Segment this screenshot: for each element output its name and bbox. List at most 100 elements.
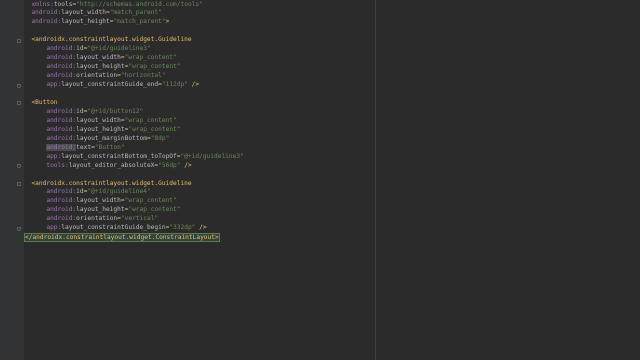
code-token: layout_marginBottom [76,134,147,142]
code-token: "112dp" [161,81,188,89]
code-token: android: [46,134,77,142]
gutter-line [0,180,24,189]
gutter-line [0,99,24,108]
code-line[interactable]: android:orientation="horizontal" [24,72,166,81]
code-token: "Button" [94,143,125,151]
code-token: android: [46,206,77,214]
code-line[interactable]: android:layout_width="wrap_content" [24,197,177,206]
fold-end-icon[interactable] [17,164,21,169]
code-line[interactable]: android:layout_width="match_parent" [24,9,161,18]
code-token: android: [46,197,77,205]
code-token: orientation [76,215,118,223]
code-token: "horizontal" [120,72,166,80]
code-token: id [76,188,84,196]
code-token: "@+id/guideline3" [87,45,151,53]
code-token: /> [187,81,200,89]
code-token: layout_constraintBottom_toTopOf [61,152,177,160]
code-token: layout_width [61,9,106,17]
gutter-line [0,81,24,90]
code-line[interactable]: android:layout_marginBottom="8dp" [24,135,169,144]
code-token: android: [31,18,62,26]
code-token: android: [46,45,77,53]
code-line[interactable]: app:layout_constraintGuide_end="112dp" /… [24,81,199,90]
code-token: "@+id/button12" [87,107,144,115]
code-line[interactable]: app:layout_constraintGuide_begin="332dp"… [24,224,206,233]
code-token: "match_parent" [113,18,166,26]
gutter-line [0,224,24,233]
code-editor[interactable]: xmlns:tools="http://schemas.android.com/… [0,0,640,360]
code-token: layout_width [76,54,121,62]
code-line[interactable]: <Button [24,98,58,108]
code-line[interactable]: android:orientation="vertical" [24,215,158,224]
code-token: android: [46,54,77,62]
code-line[interactable]: android:layout_height="wrap_content" [24,125,181,135]
code-token: "wrap_content" [128,125,181,133]
code-line[interactable]: <androidx.constraintlayout.widget.Guidel… [24,36,192,45]
code-token: "wrap_content" [124,116,177,124]
fold-end-icon[interactable] [17,83,21,88]
code-line[interactable]: android:text="Button" [24,143,125,153]
code-line[interactable]: android:layout_height="wrap_content" [24,206,181,215]
code-line[interactable]: android:id="@+id/guideline4" [24,188,150,197]
code-token: "wrap_content" [124,54,177,62]
code-line[interactable]: </androidx.constraintlayout.widget.Const… [24,233,220,243]
code-token: layout_width [76,197,121,205]
code-token: > [165,18,170,26]
code-line[interactable]: app:layout_constraintBottom_toTopOf="@+i… [24,152,243,162]
code-token: layout_width [76,116,121,124]
code-token: app: [46,81,62,89]
code-area[interactable]: xmlns:tools="http://schemas.android.com/… [24,0,640,360]
editor-gutter[interactable] [0,0,24,360]
code-line[interactable]: xmlns:tools="http://schemas.android.com/… [24,0,203,10]
gutter-line [0,162,24,171]
code-token: "wrap_content" [124,197,177,205]
code-token: </androidx.constraintlayout.widget.Const… [25,234,219,242]
code-token: app: [46,152,62,160]
code-token: "vertical" [120,215,159,223]
code-token: /> [180,161,192,169]
code-token: layout_height [76,63,125,71]
code-token: <androidx.constraintlayout.widget.Guidel… [31,179,192,187]
code-token: android: [31,9,62,17]
code-token: android: [46,215,77,223]
code-token: <androidx.constraintlayout.widget.Guidel… [31,36,192,44]
code-token: layout_height [76,125,125,133]
code-token: layout_editor_absoluteX [68,161,155,169]
fold-end-icon[interactable] [17,226,21,231]
gutter-line [0,36,24,45]
code-token: orientation [76,72,118,80]
code-token: android: [46,143,77,151]
code-token: tools: [46,161,69,169]
code-token: layout_height [61,18,110,26]
code-line[interactable]: tools:layout_editor_absoluteX="56dp" /> [24,161,192,171]
code-line[interactable]: android:id="@+id/button12" [24,108,143,117]
code-line[interactable]: <androidx.constraintlayout.widget.Guidel… [24,179,192,189]
code-token: "332dp" [169,224,196,232]
code-token: xmlns: [31,0,54,8]
code-line[interactable]: android:layout_height="match_parent"> [24,18,169,27]
code-line[interactable]: android:layout_width="wrap_content" [24,54,177,63]
code-token: <Button [31,98,58,106]
fold-start-icon[interactable] [17,101,21,106]
code-token: "wrap_content" [128,206,181,214]
fold-start-icon[interactable] [17,182,21,186]
code-line[interactable]: android:layout_width="wrap_content" [24,116,177,126]
code-line[interactable]: android:id="@+id/guideline3" [24,45,151,54]
code-token: id [76,45,84,53]
code-token: "http://schemas.android.com/tools" [76,0,203,8]
fold-start-icon[interactable] [17,38,21,43]
code-token: android: [46,72,77,80]
code-line[interactable]: android:layout_height="wrap_content" [24,63,180,72]
